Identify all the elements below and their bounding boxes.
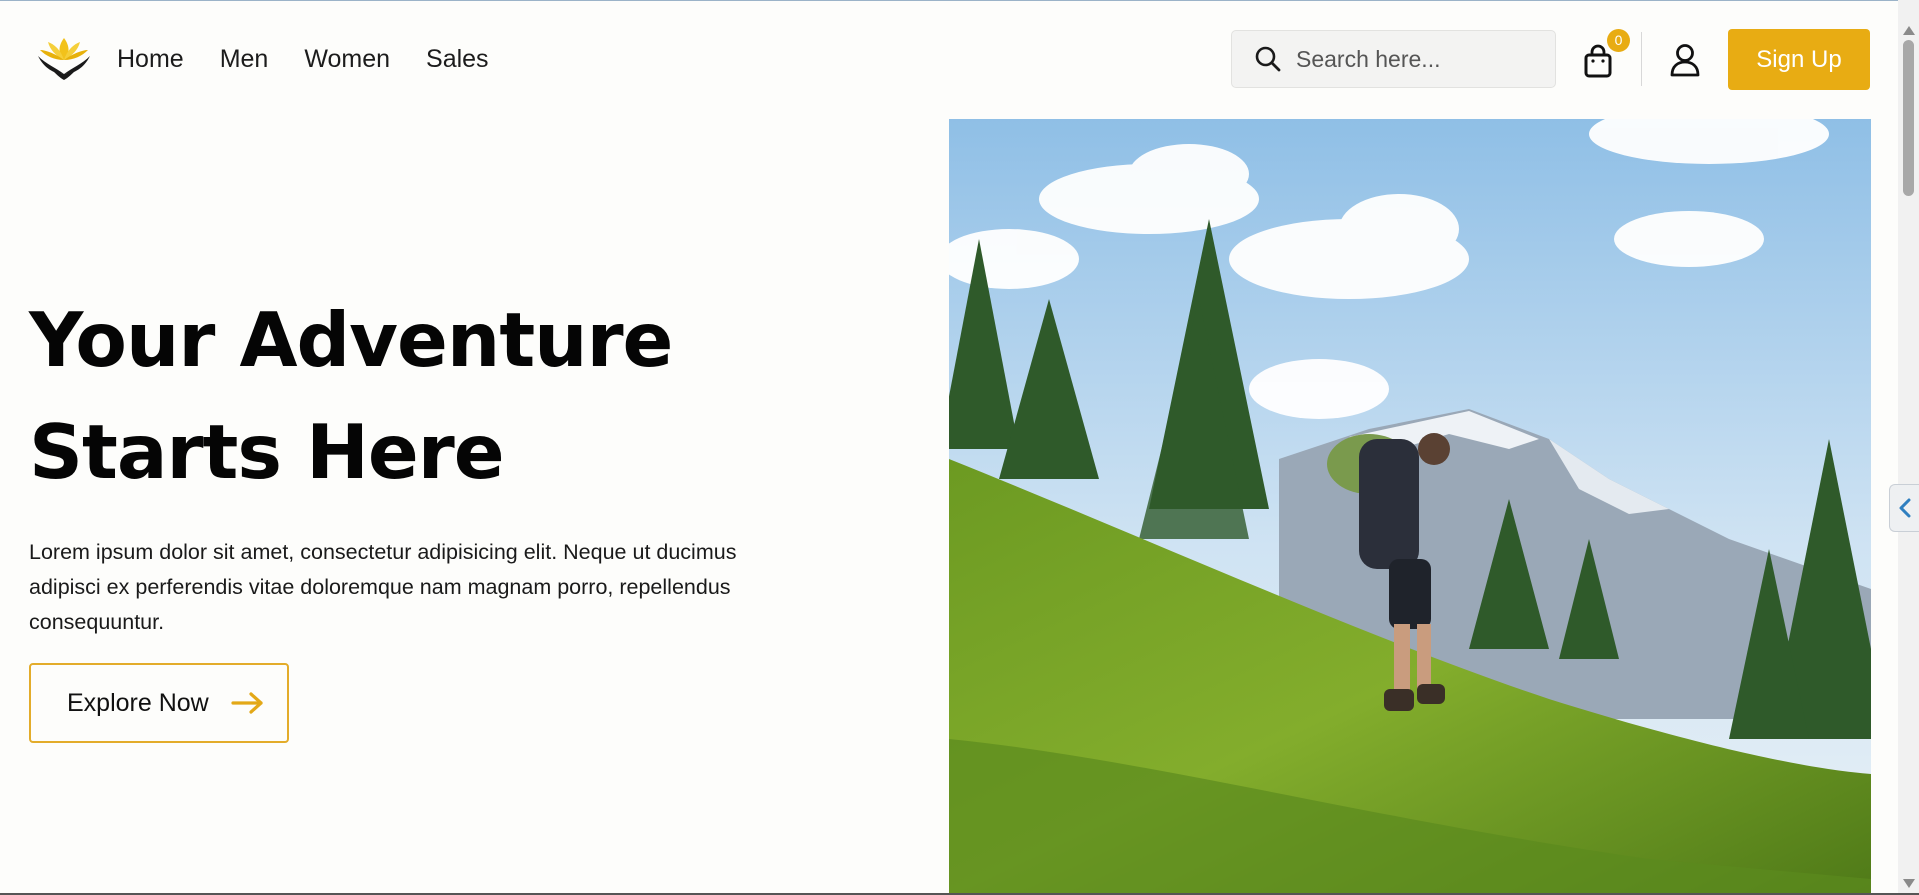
cart-count-badge: 0 <box>1607 29 1630 52</box>
hero-title-line-1: Your Adventure <box>29 296 673 384</box>
hero-title-line-2: Starts Here <box>29 408 505 496</box>
sign-up-button[interactable]: Sign Up <box>1728 29 1870 90</box>
nav-women-link[interactable]: Women <box>304 42 390 76</box>
hiker-on-grassy-mountain-slope-photo <box>949 119 1871 895</box>
shopping-bag-icon[interactable] <box>1582 44 1614 78</box>
chevron-left-icon <box>1899 498 1910 518</box>
lotus-hands-logo[interactable] <box>36 34 92 82</box>
scroll-thumb[interactable] <box>1903 40 1914 196</box>
scroll-down-arrow-icon[interactable] <box>1903 879 1915 888</box>
hero-title: Your Adventure Starts Here <box>29 284 729 508</box>
nav-home-link[interactable]: Home <box>117 42 184 76</box>
nav-sales-link[interactable]: Sales <box>426 42 489 76</box>
vertical-scrollbar[interactable] <box>1898 0 1919 895</box>
header-divider <box>1641 32 1642 86</box>
explore-now-label: Explore Now <box>67 688 209 717</box>
window-top-border <box>0 0 1919 1</box>
nav-men-link[interactable]: Men <box>220 42 269 76</box>
search-box <box>1231 30 1556 88</box>
hero-description: Lorem ipsum dolor sit amet, consectetur … <box>29 540 737 634</box>
search-icon[interactable] <box>1254 45 1282 73</box>
search-input[interactable] <box>1294 44 1548 74</box>
main-nav: Home Men Women Sales <box>117 42 525 76</box>
side-panel-toggle[interactable] <box>1889 484 1919 532</box>
scroll-up-arrow-icon[interactable] <box>1903 26 1915 35</box>
user-icon[interactable] <box>1669 43 1701 77</box>
arrow-right-icon <box>231 692 263 714</box>
explore-now-button[interactable]: Explore Now <box>29 663 289 743</box>
